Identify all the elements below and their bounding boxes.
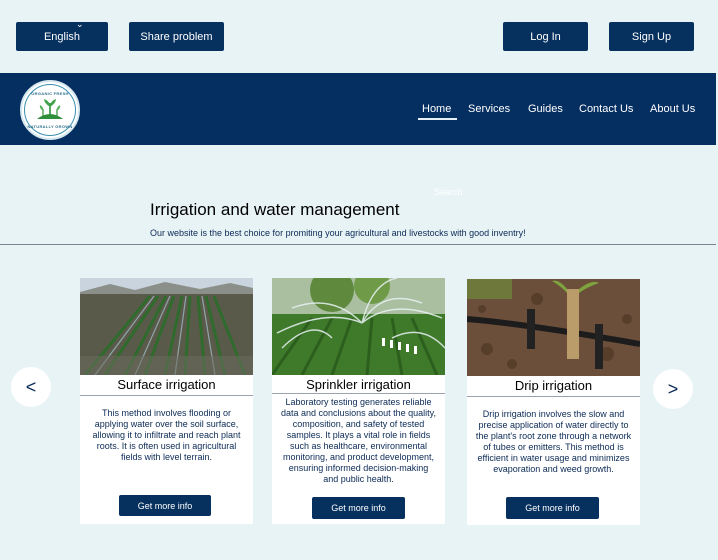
card-description: Drip irrigation involves the slow and pr… bbox=[475, 409, 632, 474]
card-divider bbox=[467, 396, 640, 397]
field-furrows-image bbox=[80, 278, 253, 375]
login-label: Log In bbox=[530, 30, 561, 43]
get-more-info-label: Get more info bbox=[137, 500, 193, 511]
nav-item-contact-us[interactable]: Contact Us bbox=[579, 103, 633, 115]
logo-badge: ORGANIC FRESH NATURALLY GROWN bbox=[24, 84, 76, 136]
chevron-right-icon: > bbox=[667, 378, 679, 399]
irrigation-card-sprinkler: Sprinkler irrigation Laboratory testing … bbox=[272, 278, 445, 524]
carousel-next-button[interactable]: > bbox=[653, 369, 693, 409]
card-title: Drip irrigation bbox=[514, 378, 593, 393]
get-more-info-button[interactable]: Get more info bbox=[506, 497, 599, 519]
signup-label: Sign Up bbox=[631, 30, 672, 43]
login-button[interactable]: Log In bbox=[503, 22, 588, 51]
card-title: Surface irrigation bbox=[117, 377, 216, 392]
drip-emitter-image bbox=[467, 279, 640, 376]
logo[interactable]: ORGANIC FRESH NATURALLY GROWN bbox=[20, 80, 80, 140]
signup-button[interactable]: Sign Up bbox=[609, 22, 694, 51]
get-more-info-label: Get more info bbox=[525, 503, 580, 513]
nav-item-about-us[interactable]: About Us bbox=[650, 103, 695, 115]
logo-text-bottom: NATURALLY GROWN bbox=[27, 124, 73, 129]
share-problem-label: Share problem bbox=[140, 30, 213, 43]
navbar: ORGANIC FRESH NATURALLY GROWN Home Servi… bbox=[0, 73, 716, 145]
active-nav-underline bbox=[418, 118, 457, 120]
logo-text-top: ORGANIC FRESH bbox=[31, 91, 69, 96]
language-label: English bbox=[43, 30, 81, 43]
irrigation-card-drip: Drip irrigation Drip irrigation involves… bbox=[467, 279, 640, 525]
chevron-down-icon: ⌄ bbox=[76, 19, 84, 29]
card-description: Laboratory testing generates reliable da… bbox=[281, 397, 436, 484]
card-description: This method involves flooding or applyin… bbox=[92, 408, 241, 462]
share-problem-button[interactable]: Share problem bbox=[129, 22, 224, 51]
search-label[interactable]: Search bbox=[434, 187, 463, 197]
get-more-info-button[interactable]: Get more info bbox=[119, 495, 211, 516]
section-divider bbox=[0, 244, 716, 245]
card-divider bbox=[272, 393, 445, 394]
card-divider bbox=[80, 395, 253, 396]
carousel-prev-button[interactable]: < bbox=[11, 367, 51, 407]
nav-item-services[interactable]: Services bbox=[468, 103, 510, 115]
nav-item-home[interactable]: Home bbox=[422, 103, 451, 115]
language-button[interactable]: ⌄ English bbox=[16, 19, 108, 51]
nav-item-guides[interactable]: Guides bbox=[528, 103, 563, 115]
get-more-info-button[interactable]: Get more info bbox=[312, 497, 405, 519]
sprinkler-field-image bbox=[272, 278, 445, 375]
card-title: Sprinkler irrigation bbox=[306, 377, 411, 392]
page-title: Irrigation and water management bbox=[150, 200, 400, 219]
chevron-left-icon: < bbox=[25, 376, 37, 397]
plant-icon bbox=[37, 99, 63, 119]
irrigation-card-surface: Surface irrigation This method involves … bbox=[80, 278, 253, 524]
get-more-info-label: Get more info bbox=[331, 503, 386, 513]
page-subtitle: Our website is the best choice for promi… bbox=[150, 228, 526, 238]
